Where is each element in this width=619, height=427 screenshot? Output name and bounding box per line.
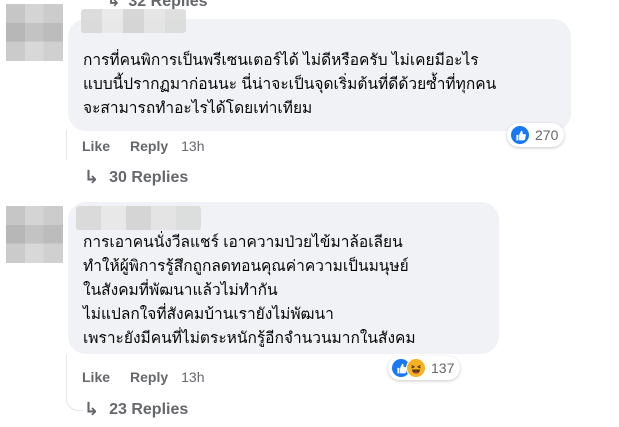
reaction-count: 137 [431,360,455,376]
comment-line: ในสังคมที่พัฒนาแล้วไม่ทำกัน [83,282,278,299]
reply-button[interactable]: Reply [130,138,168,154]
reaction-summary[interactable]: 137 [388,356,461,380]
comment-line: ไม่แปลกใจที่สังคมบ้านเรายังไม่พัฒนา [83,306,334,323]
haha-icon [406,358,426,378]
comment-line: แบบนี้ปรากฏมาก่อนนะ นี่น่าจะเป็นจุดเริ่ม… [83,76,497,93]
replies-label: 23 Replies [109,400,189,418]
comment-bubble: การที่คนพิการเป็นพรีเซนเตอร์ได้ ไม่ดีหรื… [68,9,571,131]
author-name[interactable] [76,206,201,230]
comment-bubble: การเอาคนนั่งวีลแชร์ เอาความป่วยไข้มาล้อเ… [68,202,499,354]
author-name[interactable] [81,9,186,33]
replies-label: 30 Replies [109,168,189,186]
reply-arrow-icon: ↳ [84,167,100,187]
reaction-summary[interactable]: 270 [507,123,565,147]
comment-line: การที่คนพิการเป็นพรีเซนเตอร์ได้ ไม่ดีหรื… [83,52,479,69]
timestamp[interactable]: 13h [181,369,204,385]
like-button[interactable]: Like [82,138,110,154]
comment-actions: Like Reply 13h [82,369,205,385]
thread-line [66,130,67,160]
comment-text: การเอาคนนั่งวีลแชร์ เอาความป่วยไข้มาล้อเ… [83,231,416,351]
comment-text: การที่คนพิการเป็นพรีเซนเตอร์ได้ ไม่ดีหรื… [83,49,496,121]
like-button[interactable]: Like [82,369,110,385]
comment-line: เพราะยังมีคนที่ไม่ตระหนักรู้อีกจำนวนมากใ… [83,330,416,347]
comment-line: การเอาคนนั่งวีลแชร์ เอาความป่วยไข้มาล้อเ… [83,234,403,251]
thread-line [66,394,83,411]
reaction-count: 270 [535,127,559,143]
reply-button[interactable]: Reply [130,369,168,385]
comment-line: จะสามารถทำอะไรได้โดยเท่าเทียม [83,100,313,117]
view-replies-link[interactable]: ↳ 30 Replies [84,167,188,188]
comment-line: ทำให้ผู้พิการรู้สึกถูกลดทอนคุณค่าความเป็… [83,258,409,275]
avatar[interactable] [6,4,63,61]
avatar[interactable] [6,206,63,263]
like-icon [510,125,530,145]
thread-line [66,355,67,395]
reply-arrow-icon: ↳ [84,399,100,419]
comment-actions: Like Reply 13h [82,138,205,154]
timestamp[interactable]: 13h [181,138,204,154]
view-replies-link[interactable]: ↳ 23 Replies [84,399,188,420]
